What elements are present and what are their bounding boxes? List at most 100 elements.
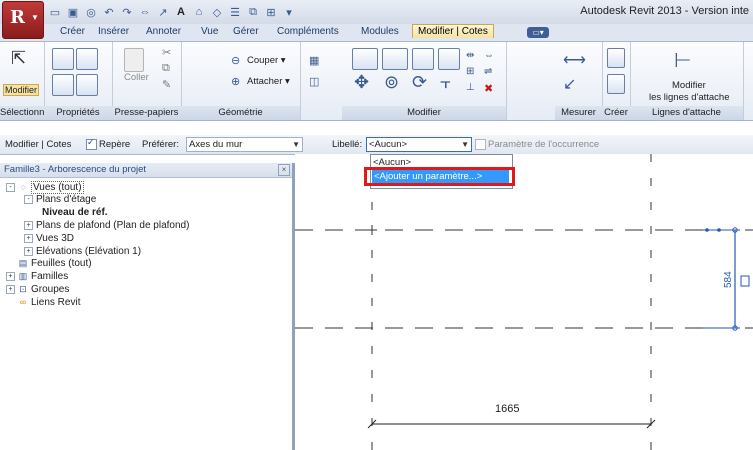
- application-menu-button[interactable]: R ▼: [2, 1, 44, 39]
- tree-item[interactable]: + ▥ Familles: [6, 271, 68, 283]
- family-category-icon[interactable]: [76, 74, 98, 96]
- repere-checkbox[interactable]: [86, 137, 97, 150]
- libelle-select[interactable]: <Aucun> ▼: [366, 137, 472, 152]
- create-group-icon[interactable]: [607, 74, 625, 94]
- split-face-icon[interactable]: ◫: [309, 75, 319, 88]
- collapse-icon[interactable]: -: [24, 195, 33, 205]
- options-bar: Modifier | Cotes Repère Préférer: Axes d…: [0, 135, 753, 155]
- expand-icon[interactable]: +: [6, 284, 15, 294]
- tab-gerer[interactable]: Gérer: [233, 26, 259, 37]
- close-icon[interactable]: ×: [278, 164, 290, 176]
- tree-item-label: Familles: [31, 271, 69, 283]
- unpin-icon[interactable]: ⇌: [484, 66, 492, 77]
- expand-icon[interactable]: +: [24, 220, 33, 230]
- project-browser-title: Famille3 - Arborescence du projet: [4, 164, 147, 175]
- properties-icon[interactable]: [52, 48, 74, 70]
- highlight-box: [364, 167, 515, 186]
- save-icon[interactable]: ▣: [66, 5, 80, 19]
- copy-element-icon[interactable]: ⊚: [384, 72, 399, 93]
- type-properties-icon[interactable]: [76, 48, 98, 70]
- tree-item-label: Plans de plafond (Plan de plafond): [36, 219, 190, 231]
- rotate-icon[interactable]: ⟳: [412, 72, 427, 93]
- create-similar-icon[interactable]: [607, 48, 625, 68]
- 3d-view-icon[interactable]: ⌂: [192, 5, 206, 19]
- expand-icon[interactable]: +: [24, 246, 33, 256]
- tab-creer[interactable]: Créer: [60, 26, 85, 37]
- tree-item-label: Vues 3D: [36, 232, 74, 244]
- cut-geometry-button[interactable]: Couper ▾: [247, 55, 286, 66]
- open-icon[interactable]: ▭: [48, 5, 62, 19]
- tree-item[interactable]: + Elévations (Elévation 1): [24, 245, 141, 257]
- views-icon: ◌: [20, 181, 26, 192]
- align-icon[interactable]: [352, 48, 378, 70]
- chevron-down-icon: ▼: [31, 13, 39, 22]
- tree-item[interactable]: - Plans d'étage: [24, 194, 96, 206]
- mirror-draw-icon[interactable]: [438, 48, 460, 70]
- match-properties-icon[interactable]: ✎: [162, 78, 171, 91]
- prefer-select[interactable]: Axes du mur ▼: [186, 137, 303, 152]
- tree-item[interactable]: Niveau de réf.: [42, 207, 108, 219]
- paint-icon[interactable]: ▦: [309, 54, 319, 67]
- trim-icon[interactable]: ⫟: [440, 72, 451, 93]
- join-geometry-button[interactable]: Attacher ▾: [247, 76, 290, 87]
- panel-title-geometry: Géométrie: [181, 106, 300, 120]
- switch-windows-icon[interactable]: ⊞: [264, 5, 278, 19]
- tree-item[interactable]: + Plans de plafond (Plan de plafond): [24, 219, 189, 231]
- edit-witness-lines-label-2[interactable]: les lignes d'attache: [649, 92, 730, 103]
- qat-dropdown-icon[interactable]: ▾: [282, 5, 296, 19]
- text-grip-icon[interactable]: [740, 275, 750, 287]
- edit-witness-lines-label-1[interactable]: Modifier: [672, 80, 706, 91]
- paste-icon: [124, 48, 144, 72]
- drawing-svg[interactable]: 1665 584: [295, 154, 753, 450]
- undo-icon[interactable]: ↶: [102, 5, 116, 19]
- cut-clipboard-icon[interactable]: ✂: [162, 46, 171, 59]
- witness-grip-icon[interactable]: [717, 228, 721, 232]
- scale-icon[interactable]: ⇔: [484, 50, 494, 61]
- tree-item[interactable]: + Vues 3D: [24, 232, 74, 244]
- tab-modifier-cotes[interactable]: Modifier | Cotes: [412, 24, 494, 38]
- expand-icon[interactable]: +: [24, 233, 33, 243]
- tab-modules[interactable]: Modules: [361, 26, 399, 37]
- collapse-icon[interactable]: -: [6, 182, 15, 192]
- ribbon-minimize-button[interactable]: ▭▾: [527, 27, 549, 38]
- section-icon[interactable]: ◇: [210, 5, 224, 19]
- tree-item[interactable]: + ⊡ Groupes: [6, 283, 69, 295]
- sheets-icon: ▤: [18, 258, 28, 269]
- offset-icon[interactable]: [382, 48, 408, 70]
- tree-item[interactable]: ∞ Liens Revit: [6, 296, 81, 308]
- expand-icon[interactable]: +: [6, 272, 15, 282]
- tab-annoter[interactable]: Annoter: [146, 26, 181, 37]
- witness-grip-icon[interactable]: [705, 228, 709, 232]
- tab-vue[interactable]: Vue: [201, 26, 218, 37]
- panel-title-select: Sélectionner: [0, 106, 44, 120]
- context-label: Modifier | Cotes: [5, 139, 72, 150]
- delete-icon[interactable]: ✖: [484, 82, 493, 95]
- modify-button[interactable]: Modifier: [3, 84, 40, 96]
- sync-icon[interactable]: ◎: [84, 5, 98, 19]
- split-icon[interactable]: ⇹: [466, 50, 474, 61]
- pin-icon[interactable]: ⊥: [466, 82, 475, 93]
- copy-icon[interactable]: ⧉: [162, 62, 170, 75]
- redo-icon[interactable]: ↷: [120, 5, 134, 19]
- instance-param-checkbox[interactable]: [475, 139, 486, 150]
- vertical-dimension-value[interactable]: 584: [723, 271, 734, 288]
- array-icon[interactable]: ⊞: [466, 66, 474, 77]
- panel-title-clipboard: Presse-papiers: [112, 106, 181, 120]
- tab-inserer[interactable]: Insérer: [98, 26, 129, 37]
- measure-between-icon[interactable]: ⟷: [563, 50, 586, 70]
- family-types-icon[interactable]: [52, 74, 74, 96]
- horizontal-dimension-value[interactable]: 1665: [495, 403, 519, 415]
- drawing-canvas[interactable]: 1665 584: [295, 154, 753, 450]
- move-icon[interactable]: ✥: [354, 72, 369, 93]
- close-windows-icon[interactable]: ⧉: [246, 5, 260, 19]
- text-icon[interactable]: A: [174, 5, 188, 19]
- measure-icon[interactable]: ⇔: [138, 5, 152, 19]
- tree-item[interactable]: ▤ Feuilles (tout): [6, 258, 92, 270]
- tab-complements[interactable]: Compléments: [277, 26, 339, 37]
- tree-item[interactable]: - ◌ Vues (tout): [6, 180, 84, 194]
- chevron-down-icon: ▼: [461, 140, 469, 149]
- measure-along-icon[interactable]: ↙: [563, 74, 576, 94]
- thin-lines-icon[interactable]: ☰: [228, 5, 242, 19]
- mirror-axis-icon[interactable]: [412, 48, 434, 70]
- aligned-dimension-icon[interactable]: ↗: [156, 5, 170, 19]
